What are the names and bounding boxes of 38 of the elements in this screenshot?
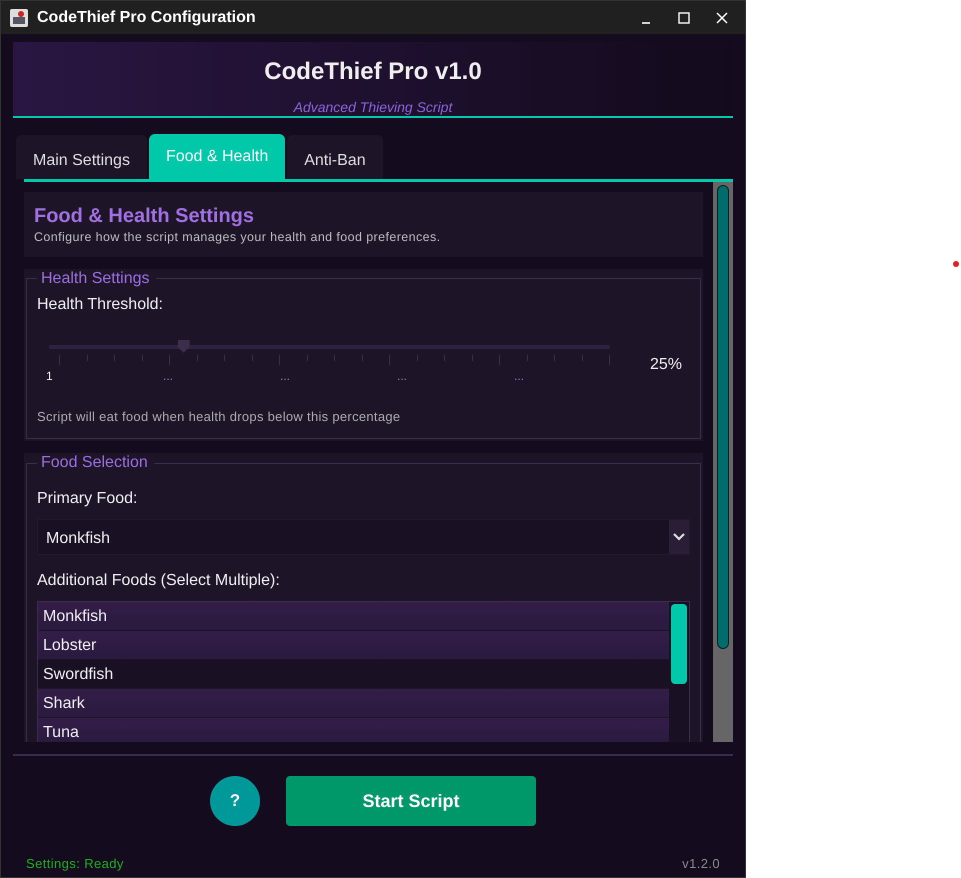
app-subtitle: Advanced Thieving Script	[294, 98, 452, 117]
hint-text: Script will eat food when health drops below this percentage	[37, 408, 402, 426]
list-item[interactable]: Shark	[38, 689, 669, 718]
chevron-down-icon	[673, 533, 685, 542]
field-label: Additional Foods (Select Multiple):	[37, 571, 281, 592]
tick-label: ...	[514, 368, 526, 385]
food-dropdown[interactable]: Monkfish	[37, 519, 690, 556]
field-label: Primary Food:	[37, 489, 138, 510]
window-title: CodeThief Pro Configuration	[37, 8, 256, 28]
section-title: Food & Health Settings	[34, 204, 255, 228]
slider-value: 25%	[650, 354, 682, 375]
close-icon	[715, 10, 729, 24]
slider-thumb[interactable]	[178, 340, 190, 353]
list-item[interactable]: Monkfish	[38, 602, 669, 630]
minimize-icon	[641, 20, 651, 24]
tick-label: ...	[397, 368, 408, 385]
tick-label: ...	[163, 368, 174, 385]
marker-dot	[953, 261, 959, 267]
maximize-icon	[677, 10, 691, 24]
status-text: Settings: Ready	[26, 855, 124, 873]
field-label: Health Threshold:	[37, 294, 164, 315]
section-description: Configure how the script manages your health and food preferences.	[34, 229, 442, 246]
group-legend: Health Settings	[37, 270, 156, 287]
list-item[interactable]: Tuna	[38, 718, 669, 742]
tab[interactable]: Main Settings	[16, 135, 147, 179]
tab[interactable]: Anti-Ban	[287, 135, 383, 179]
tick-label: 1	[46, 368, 54, 385]
app-title: CodeThief Pro v1.0	[264, 58, 482, 87]
tick-label: ...	[280, 368, 292, 385]
list-scrollbar[interactable]	[669, 602, 689, 742]
list-item[interactable]: Lobster	[38, 631, 669, 660]
start-button[interactable]: Start Script	[286, 776, 536, 826]
app-icon	[9, 8, 29, 28]
version-text: v1.2.0	[682, 855, 720, 873]
group-legend: Food Selection	[37, 455, 154, 472]
help-button[interactable]: ?	[210, 776, 260, 826]
scrollbar[interactable]	[713, 182, 733, 742]
list-item[interactable]: Swordfish	[38, 660, 669, 688]
